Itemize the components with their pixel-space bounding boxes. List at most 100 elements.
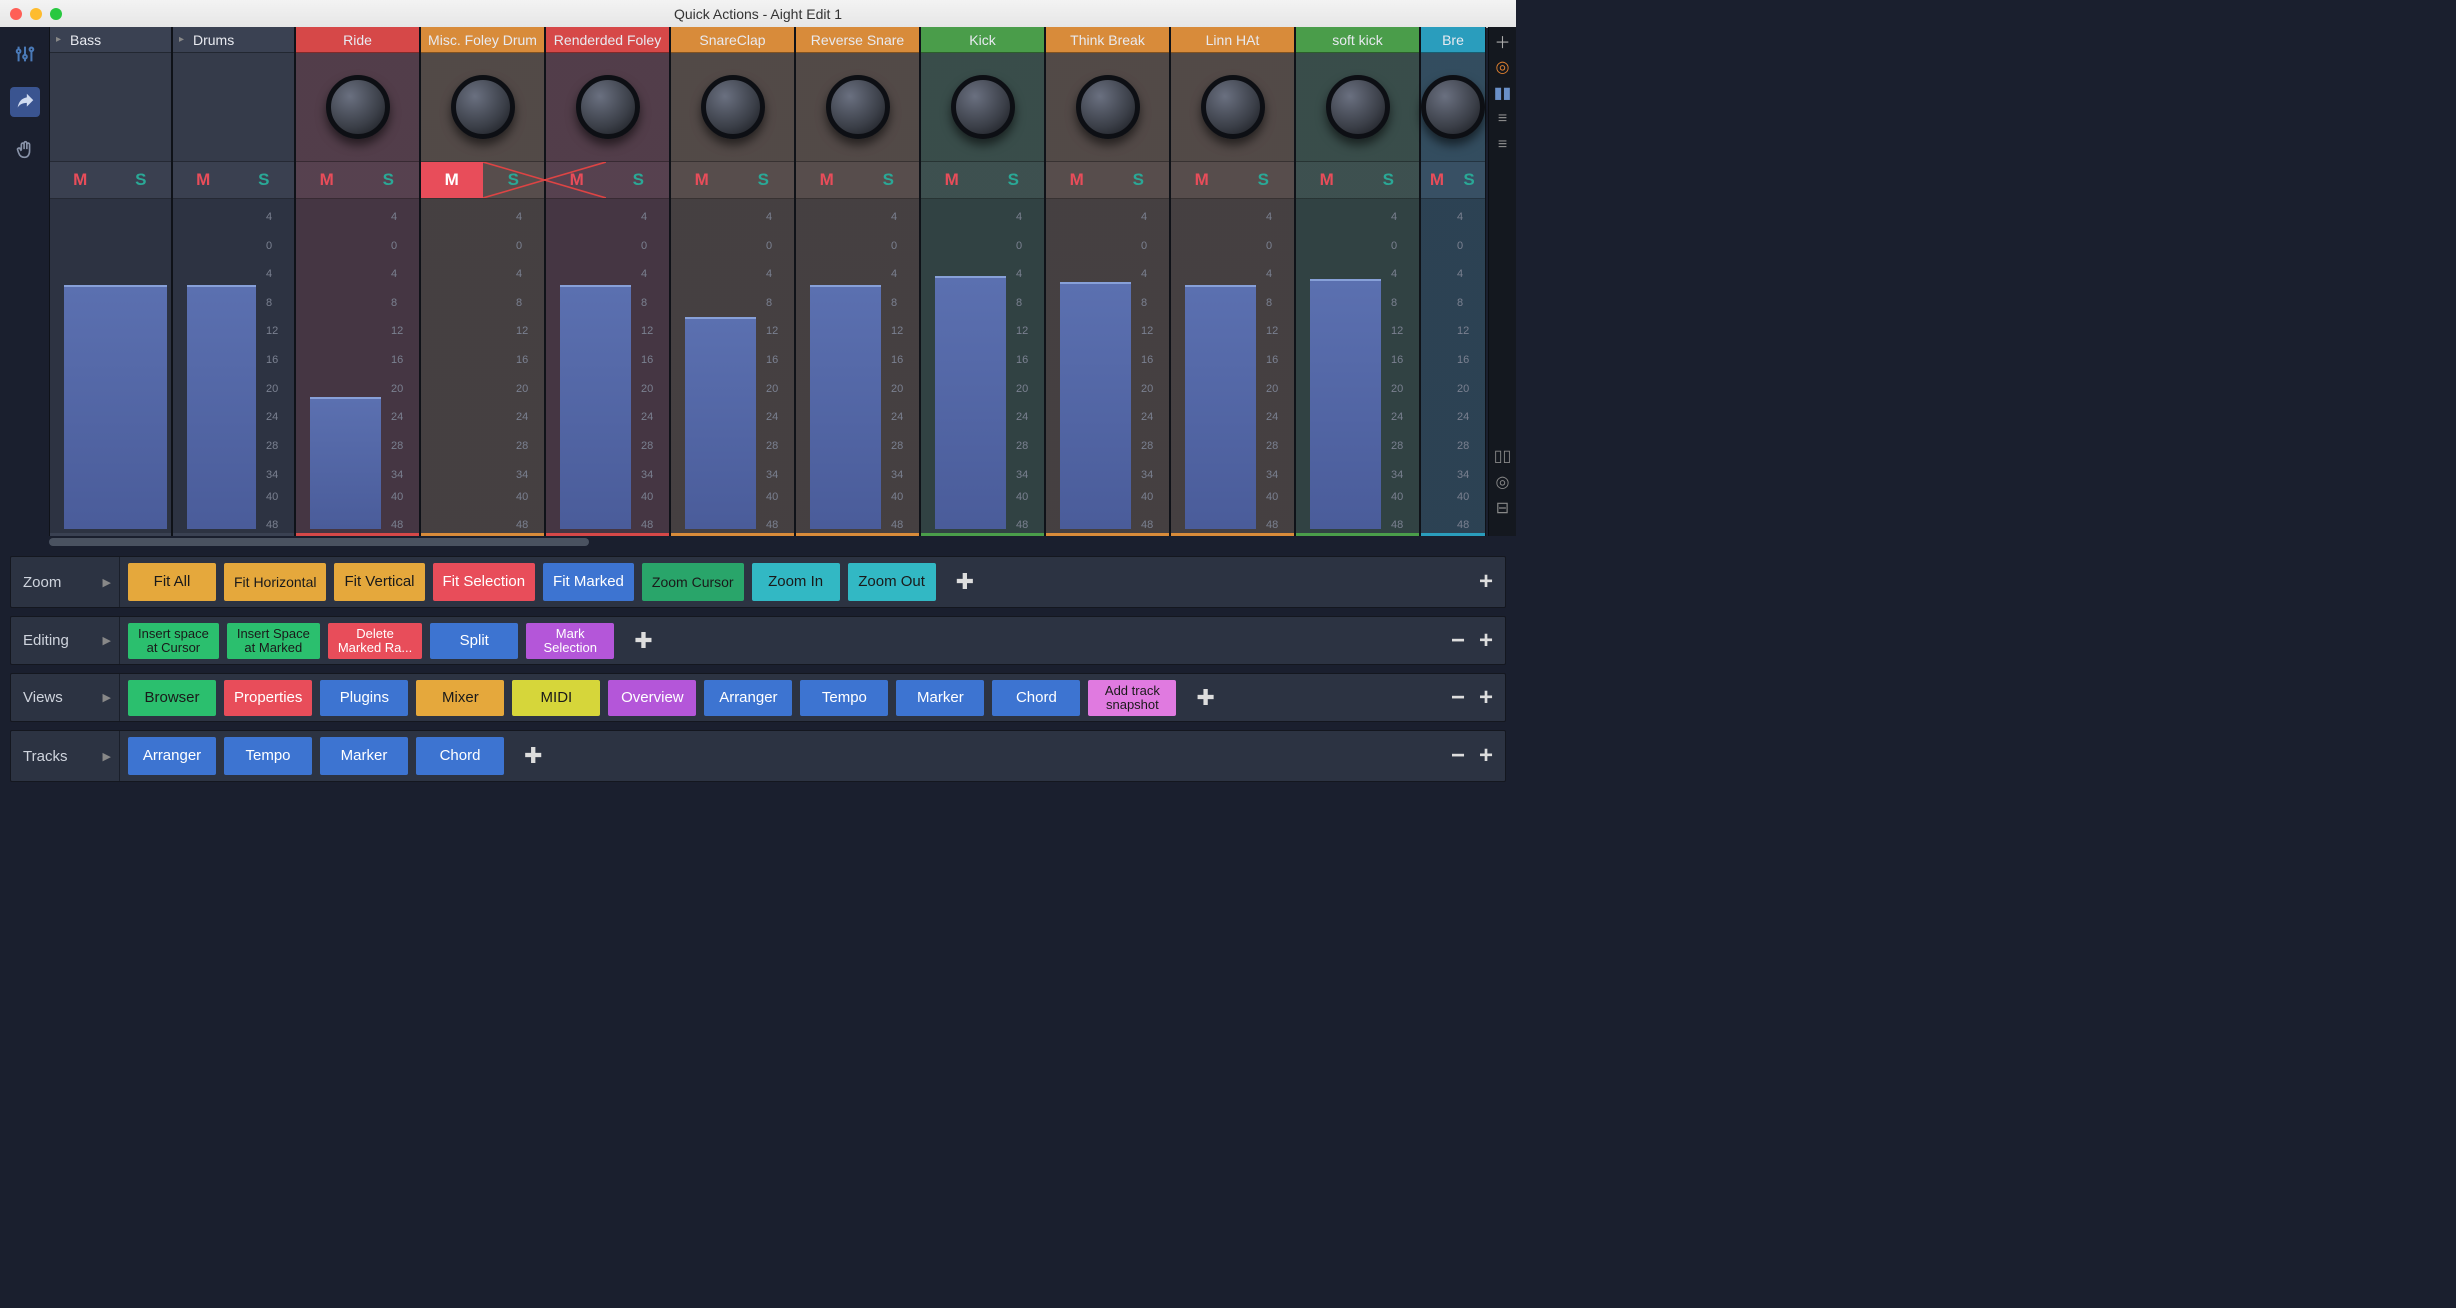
mute-button[interactable]: M <box>546 162 608 198</box>
target-icon[interactable]: ◎ <box>1493 57 1513 77</box>
channel-header[interactable]: Bre <box>1421 27 1485 53</box>
row-minus-icon[interactable]: − <box>1451 684 1465 712</box>
solo-button[interactable]: S <box>733 162 795 198</box>
quick-row-label[interactable]: Tracks▶ <box>11 731 120 781</box>
add-action-icon[interactable]: ✚ <box>512 743 554 769</box>
mute-button[interactable]: M <box>1296 162 1358 198</box>
mute-button[interactable]: M <box>1171 162 1233 198</box>
solo-button[interactable]: S <box>1453 162 1485 198</box>
quick-row-label[interactable]: Editing▶ <box>11 617 120 664</box>
mute-button[interactable]: M <box>173 162 234 198</box>
quick-row-label[interactable]: Views▶ <box>11 674 120 721</box>
channel-header[interactable]: SnareClap <box>671 27 794 53</box>
pan-knob[interactable] <box>701 75 765 139</box>
quick-btn-marker[interactable]: Marker <box>896 680 984 716</box>
quick-btn-fit-vertical[interactable]: Fit Vertical <box>334 563 424 601</box>
quick-btn-delete-marked-ra[interactable]: DeleteMarked Ra... <box>328 623 422 659</box>
quick-btn-zoom-cursor[interactable]: Zoom Cursor <box>642 563 744 601</box>
row-plus-icon[interactable]: + <box>1479 742 1493 770</box>
channel-header[interactable]: Linn HAt <box>1171 27 1294 53</box>
quick-btn-fit-selection[interactable]: Fit Selection <box>433 563 536 601</box>
pan-knob[interactable] <box>1421 75 1485 139</box>
quick-btn-split[interactable]: Split <box>430 623 518 659</box>
quick-btn-fit-horizontal[interactable]: Fit Horizontal <box>224 563 326 601</box>
solo-button[interactable]: S <box>1108 162 1170 198</box>
channel-header[interactable]: Renderded Foley <box>546 27 669 53</box>
row-plus-icon[interactable]: + <box>1479 684 1493 712</box>
mute-button[interactable]: M <box>421 162 483 198</box>
channel-header[interactable]: Bass <box>50 27 171 53</box>
quick-btn-mark-selection[interactable]: MarkSelection <box>526 623 614 659</box>
row-plus-icon[interactable]: + <box>1479 568 1493 596</box>
pan-knob[interactable] <box>951 75 1015 139</box>
pause-icon[interactable]: ▮▮ <box>1493 83 1513 103</box>
hand-icon[interactable] <box>10 135 40 165</box>
pan-knob[interactable] <box>326 75 390 139</box>
add-action-icon[interactable]: ✚ <box>944 569 986 595</box>
add-action-icon[interactable]: ✚ <box>1184 685 1226 711</box>
add-icon[interactable]: ＋ <box>1493 31 1513 51</box>
bars2-icon[interactable]: ≡ <box>1493 135 1513 155</box>
channel-header[interactable]: Misc. Foley Drum <box>421 27 544 53</box>
channel-header[interactable]: Think Break <box>1046 27 1169 53</box>
channel-header[interactable]: Ride <box>296 27 419 53</box>
solo-button[interactable]: S <box>608 162 670 198</box>
solo-button[interactable]: S <box>1358 162 1420 198</box>
pan-knob[interactable] <box>1076 75 1140 139</box>
quick-btn-overview[interactable]: Overview <box>608 680 696 716</box>
quick-btn-insert-space-at-cursor[interactable]: Insert spaceat Cursor <box>128 623 219 659</box>
solo-button[interactable]: S <box>358 162 420 198</box>
quick-btn-zoom-out[interactable]: Zoom Out <box>848 563 936 601</box>
quick-btn-midi[interactable]: MIDI <box>512 680 600 716</box>
quick-btn-chord[interactable]: Chord <box>416 737 504 775</box>
channel-header[interactable]: Kick <box>921 27 1044 53</box>
quick-btn-browser[interactable]: Browser <box>128 680 216 716</box>
quick-btn-zoom-in[interactable]: Zoom In <box>752 563 840 601</box>
add-action-icon[interactable]: ✚ <box>622 628 664 654</box>
quick-btn-add-track-snapshot[interactable]: Add tracksnapshot <box>1088 680 1176 716</box>
meters-icon[interactable]: ▯▯ <box>1493 446 1513 466</box>
record-icon[interactable]: ◎ <box>1493 472 1513 492</box>
channel-header[interactable]: Reverse Snare <box>796 27 919 53</box>
quick-btn-fit-marked[interactable]: Fit Marked <box>543 563 634 601</box>
pan-knob[interactable] <box>451 75 515 139</box>
quick-btn-tempo[interactable]: Tempo <box>224 737 312 775</box>
panel-toggle-icon[interactable]: ⊟ <box>1493 498 1513 518</box>
channel-header[interactable]: soft kick <box>1296 27 1419 53</box>
mute-button[interactable]: M <box>1421 162 1453 198</box>
row-minus-icon[interactable]: − <box>1451 627 1465 655</box>
quick-btn-arranger[interactable]: Arranger <box>128 737 216 775</box>
mixer-hscroll[interactable] <box>49 536 589 548</box>
quick-btn-tempo[interactable]: Tempo <box>800 680 888 716</box>
solo-button[interactable]: S <box>483 162 545 198</box>
quick-btn-plugins[interactable]: Plugins <box>320 680 408 716</box>
quick-btn-mixer[interactable]: Mixer <box>416 680 504 716</box>
mute-button[interactable]: M <box>921 162 983 198</box>
pan-knob[interactable] <box>1201 75 1265 139</box>
mute-button[interactable]: M <box>796 162 858 198</box>
mute-button[interactable]: M <box>1046 162 1108 198</box>
quick-btn-insert-space-at-marked[interactable]: Insert Spaceat Marked <box>227 623 320 659</box>
solo-button[interactable]: S <box>858 162 920 198</box>
pan-knob[interactable] <box>826 75 890 139</box>
quick-row-label[interactable]: Zoom▶ <box>11 557 120 607</box>
bars-icon[interactable]: ≡ <box>1493 109 1513 129</box>
channel-header[interactable]: Drums <box>173 27 294 53</box>
pan-knob[interactable] <box>1326 75 1390 139</box>
mute-button[interactable]: M <box>50 162 111 198</box>
pan-knob[interactable] <box>576 75 640 139</box>
solo-button[interactable]: S <box>111 162 172 198</box>
solo-button[interactable]: S <box>983 162 1045 198</box>
solo-button[interactable]: S <box>1233 162 1295 198</box>
quick-btn-chord[interactable]: Chord <box>992 680 1080 716</box>
quick-btn-marker[interactable]: Marker <box>320 737 408 775</box>
quick-btn-fit-all[interactable]: Fit All <box>128 563 216 601</box>
solo-button[interactable]: S <box>234 162 295 198</box>
row-minus-icon[interactable]: − <box>1451 742 1465 770</box>
share-icon[interactable] <box>10 87 40 117</box>
quick-btn-properties[interactable]: Properties <box>224 680 312 716</box>
row-plus-icon[interactable]: + <box>1479 627 1493 655</box>
mute-button[interactable]: M <box>296 162 358 198</box>
sliders-icon[interactable] <box>10 39 40 69</box>
mute-button[interactable]: M <box>671 162 733 198</box>
